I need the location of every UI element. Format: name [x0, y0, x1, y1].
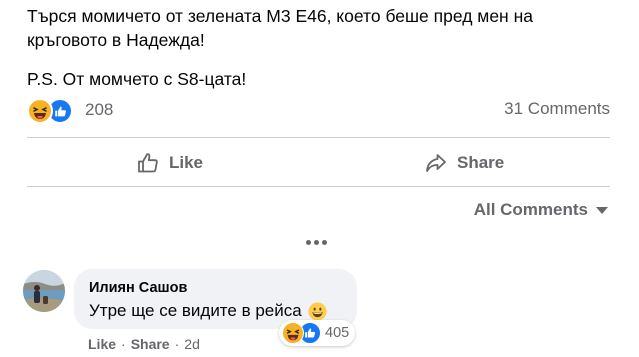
reaction-count: 208: [85, 100, 114, 119]
comment-author[interactable]: Илиян Сашов: [89, 280, 187, 296]
dot: [306, 240, 311, 245]
reaction-icons: [27, 98, 75, 124]
like-button-label: Like: [169, 153, 204, 172]
comment-reaction-icons: [282, 322, 322, 344]
comments-count-link[interactable]: 31 Comments: [504, 99, 610, 119]
comments-filter-label: All Comments: [473, 200, 588, 219]
share-arrow-icon: [426, 154, 446, 172]
comment-reaction-count: 405: [325, 325, 350, 341]
divider-bottom: [27, 186, 610, 187]
dot: [322, 240, 327, 245]
haha-icon: [282, 322, 304, 344]
haha-icon: [27, 98, 53, 124]
comment-timestamp[interactable]: 2d: [184, 336, 200, 352]
comment-text-content: Утре ще се видите в рейса: [89, 301, 302, 320]
separator: ·: [174, 336, 180, 352]
comments-filter-dropdown[interactable]: All Comments: [474, 200, 608, 220]
share-button-label: Share: [457, 153, 505, 172]
post-line-2: кръговото в Надежда!: [27, 30, 205, 50]
separator: ·: [121, 336, 126, 352]
like-button[interactable]: Like: [136, 148, 203, 178]
commenter-avatar[interactable]: [23, 270, 65, 312]
post-line-1: Търся момичето от зелената М3 Е46, което…: [27, 6, 533, 26]
comment-share-link[interactable]: Share: [131, 336, 170, 352]
share-button[interactable]: Share: [424, 148, 504, 178]
grinning-face-icon: [308, 301, 327, 321]
caret-down-icon: [596, 206, 608, 214]
comment-reactions[interactable]: 405: [279, 320, 356, 346]
post-text: Търся момичето от зелената М3 Е46, което…: [27, 4, 627, 91]
dot: [314, 240, 319, 245]
post-ps-line: P.S. От момчето с S8-цата!: [27, 69, 247, 89]
more-options-icon[interactable]: [306, 240, 327, 245]
thumbs-up-icon: [138, 153, 158, 173]
divider-top: [27, 137, 610, 138]
comment-actions: Like · Share · 2d: [88, 336, 200, 352]
post-reactions-summary[interactable]: 208: [27, 97, 114, 124]
comment-text: Утре ще се видите в рейса: [89, 301, 327, 321]
comment-like-link[interactable]: Like: [88, 336, 116, 352]
